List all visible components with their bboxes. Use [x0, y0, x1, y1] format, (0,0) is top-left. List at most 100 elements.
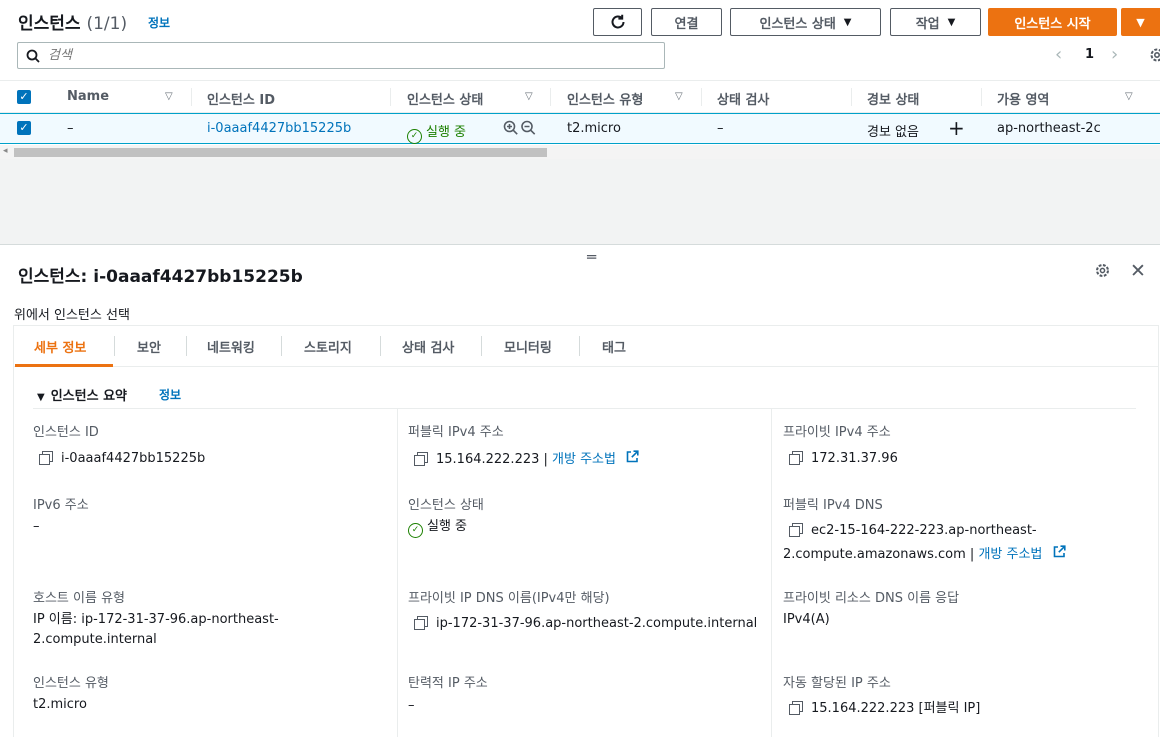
hostname-type-value-line2: 2.compute.internal: [33, 632, 157, 647]
column-alarm-status[interactable]: 경보 상태: [867, 89, 919, 108]
copy-icon[interactable]: [414, 452, 428, 466]
divider: [397, 409, 398, 737]
details-title: 인스턴스: i-0aaaf4427bb15225b: [18, 267, 303, 287]
tab-details[interactable]: 세부 정보: [34, 337, 86, 356]
ipv6-label: IPv6 주소: [33, 498, 89, 513]
check-circle-icon: ✓: [408, 523, 423, 538]
caret-down-icon: ▼: [1136, 15, 1145, 29]
instance-id-value: i-0aaaf4427bb15225b: [39, 449, 205, 469]
copy-icon[interactable]: [789, 701, 803, 715]
scroll-left-icon[interactable]: ◂: [3, 146, 8, 156]
copy-icon[interactable]: [789, 523, 803, 537]
close-icon[interactable]: ✕: [1130, 260, 1146, 282]
select-all-checkbox[interactable]: ✓: [17, 90, 31, 104]
open-address-link[interactable]: 개방 주소법: [978, 547, 1042, 562]
cell-availability-zone: ap-northeast-2c: [997, 121, 1101, 136]
open-address-link[interactable]: 개방 주소법: [552, 452, 616, 467]
summary-toggle[interactable]: ▼ 인스턴스 요약: [37, 385, 127, 404]
prev-page-icon[interactable]: ‹: [1055, 44, 1062, 65]
horizontal-scrollbar[interactable]: ◂: [0, 145, 1160, 159]
search-box[interactable]: [17, 42, 665, 69]
divider: [771, 409, 772, 737]
active-tab-indicator: [15, 364, 113, 367]
table-header: ✓ Name ▽ 인스턴스 ID 인스턴스 상태 ▽ 인스턴스 유형 ▽ 상태 …: [0, 80, 1160, 113]
tab-tags[interactable]: 태그: [602, 337, 626, 356]
details-tabs: 세부 정보 보안 네트워킹 스토리지 상태 검사 모니터링 태그: [14, 326, 1158, 367]
zoom-icons[interactable]: [503, 120, 537, 140]
add-alarm-icon[interactable]: +: [948, 116, 965, 140]
instance-type-label: 인스턴스 유형: [33, 676, 109, 691]
private-ipv4-label: 프라이빗 IPv4 주소: [783, 425, 891, 440]
column-instance-state[interactable]: 인스턴스 상태: [407, 89, 483, 108]
page-title: 인스턴스 (1/1): [18, 14, 128, 34]
caret-down-icon: ▼: [843, 16, 852, 28]
search-input[interactable]: [48, 48, 664, 63]
private-dns-value: ip-172-31-37-96.ap-northeast-2.compute.i…: [414, 614, 757, 634]
private-resource-dns-label: 프라이빗 리소스 DNS 이름 응답: [783, 591, 960, 606]
cell-status-check: –: [717, 121, 724, 136]
refresh-button[interactable]: [593, 8, 642, 36]
ipv6-value: –: [33, 519, 40, 534]
info-link[interactable]: 정보: [148, 14, 170, 31]
table-row[interactable]: ✓ – i-0aaaf4427bb15225b ✓ 실행 중 t2.micro –…: [0, 113, 1160, 144]
column-name[interactable]: Name: [67, 89, 109, 104]
connect-button[interactable]: 연결: [651, 8, 722, 36]
private-resource-dns-value: IPv4(A): [783, 612, 830, 627]
instance-count: (1/1): [86, 14, 128, 34]
instance-id-label: 인스턴스 ID: [33, 425, 99, 440]
copy-icon[interactable]: [789, 451, 803, 465]
column-instance-id[interactable]: 인스턴스 ID: [207, 89, 275, 108]
instance-state-button[interactable]: 인스턴스 상태 ▼: [730, 8, 881, 36]
filter-icon[interactable]: ▽: [525, 91, 533, 102]
private-ipv4-value: 172.31.37.96: [789, 449, 898, 469]
instance-type-value: t2.micro: [33, 697, 87, 712]
resize-handle-icon[interactable]: ═: [587, 248, 596, 266]
public-dns-value-line1: ec2-15-164-222-223.ap-northeast-: [789, 521, 1037, 541]
copy-icon[interactable]: [414, 616, 428, 630]
cell-alarm-status: 경보 없음: [867, 125, 919, 140]
tab-security[interactable]: 보안: [137, 337, 161, 356]
copy-icon[interactable]: [39, 451, 53, 465]
external-link-icon[interactable]: [626, 449, 639, 469]
page-number[interactable]: 1: [1085, 47, 1094, 62]
tab-monitoring[interactable]: 모니터링: [504, 337, 552, 356]
cell-instance-id-link[interactable]: i-0aaaf4427bb15225b: [207, 121, 351, 136]
hostname-type-label: 호스트 이름 유형: [33, 591, 125, 606]
row-checkbox[interactable]: ✓: [17, 121, 31, 135]
cell-name: –: [67, 121, 74, 136]
select-note: 위에서 인스턴스 선택: [14, 308, 130, 323]
auto-ip-value: 15.164.222.223 [퍼블릭 IP]: [789, 699, 980, 719]
hostname-type-value-line1: IP 이름: ip-172-31-37-96.ap-northeast-: [33, 612, 279, 627]
next-page-icon[interactable]: ›: [1111, 44, 1118, 65]
tab-networking[interactable]: 네트워킹: [207, 337, 255, 356]
column-status-check[interactable]: 상태 검사: [717, 89, 769, 108]
external-link-icon[interactable]: [1053, 544, 1066, 564]
actions-button[interactable]: 작업 ▼: [890, 8, 981, 36]
public-dns-value-line2: 2.compute.amazonaws.com | 개방 주소법: [783, 544, 1066, 565]
public-ipv4-label: 퍼블릭 IPv4 주소: [408, 425, 504, 440]
elastic-ip-value: –: [408, 698, 415, 713]
tab-status-check[interactable]: 상태 검사: [402, 337, 454, 356]
scrollbar-thumb[interactable]: [14, 148, 547, 157]
column-availability-zone[interactable]: 가용 영역: [997, 89, 1049, 108]
summary-info-link[interactable]: 정보: [159, 386, 181, 403]
gear-icon[interactable]: [1148, 46, 1160, 68]
instance-state-label: 인스턴스 상태: [408, 498, 484, 513]
filter-icon[interactable]: ▽: [165, 91, 173, 102]
elastic-ip-label: 탄력적 IP 주소: [408, 676, 488, 691]
private-dns-label: 프라이빗 IP DNS 이름(IPv4만 해당): [408, 591, 610, 606]
launch-dropdown-button[interactable]: ▼: [1121, 8, 1160, 36]
filter-icon[interactable]: ▽: [1125, 91, 1133, 102]
filter-icon[interactable]: ▽: [675, 91, 683, 102]
gear-icon[interactable]: [1094, 262, 1111, 284]
check-circle-icon: ✓: [407, 129, 422, 144]
caret-down-icon: ▼: [947, 16, 956, 28]
auto-ip-label: 자동 할당된 IP 주소: [783, 676, 891, 691]
tab-storage[interactable]: 스토리지: [304, 337, 352, 356]
public-dns-label: 퍼블릭 IPv4 DNS: [783, 498, 883, 513]
column-instance-type[interactable]: 인스턴스 유형: [567, 89, 643, 108]
launch-instance-button[interactable]: 인스턴스 시작: [988, 8, 1117, 36]
empty-table-area: [0, 159, 1160, 245]
divider: [33, 408, 1136, 409]
search-icon: [26, 49, 40, 63]
